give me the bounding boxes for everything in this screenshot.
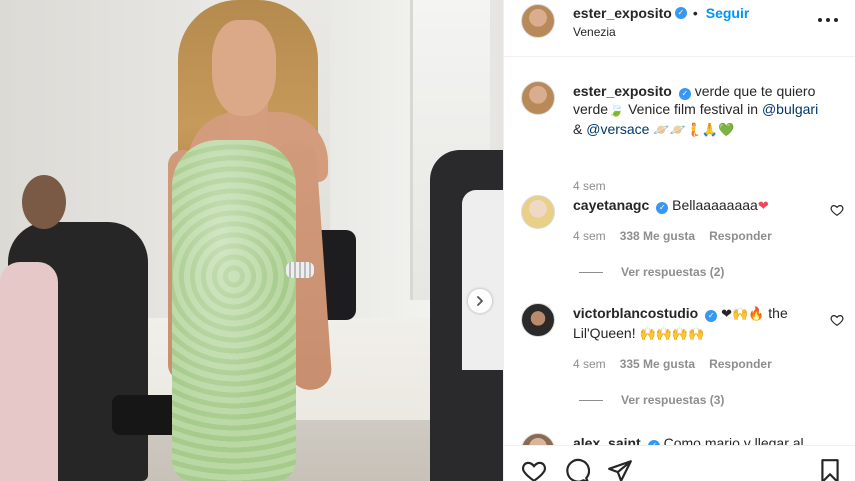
caption-meta: 4 sem <box>573 179 606 193</box>
verified-badge-icon: ✓ <box>674 7 687 19</box>
comment-text: alex_saint✓ Como mario y llegar al <box>573 434 821 445</box>
leaf-emoji: 🍃 <box>608 103 625 118</box>
paper-plane-icon[interactable] <box>607 458 633 481</box>
heart-emoji: ❤ <box>757 199 769 214</box>
more-options-icon[interactable] <box>818 12 838 28</box>
heart-outline-icon[interactable] <box>521 458 547 481</box>
comment-text: cayetanagc ✓ Bellaaaaaaaa❤ <box>573 196 821 216</box>
author-username[interactable]: ester_exposito <box>573 5 672 21</box>
comment-text: victorblancostudio ✓ ❤🙌🔥 the Lil'Queen! 🙌… <box>573 304 821 344</box>
author-avatar[interactable] <box>521 4 555 38</box>
verified-badge-icon: ✓ <box>656 202 669 214</box>
comment-time[interactable]: 4 sem <box>573 229 606 243</box>
reply-button[interactable]: Responder <box>709 357 772 371</box>
commenter-avatar[interactable] <box>521 303 555 337</box>
author-line: ester_exposito ✓ • Seguir <box>573 5 749 21</box>
comment-username[interactable]: victorblancostudio <box>573 305 698 321</box>
more-dot <box>834 18 838 22</box>
more-dot <box>826 18 830 22</box>
comment-likes[interactable]: 335 Me gusta <box>620 357 695 371</box>
comment-likes[interactable]: 338 Me gusta <box>620 229 695 243</box>
view-replies-label: Ver respuestas (2) <box>621 265 725 279</box>
like-comment-heart-icon[interactable] <box>830 313 844 327</box>
view-replies-label: Ver respuestas (3) <box>621 393 725 407</box>
person-pink-dress <box>0 262 58 481</box>
post-photo[interactable] <box>0 0 503 481</box>
more-dot <box>818 18 822 22</box>
follow-button[interactable]: Seguir <box>706 5 750 21</box>
woman-bracelet <box>286 262 314 278</box>
mention-bulgari[interactable]: @bulgari <box>762 101 818 117</box>
comment-body: Como mario y llegar al <box>663 435 804 445</box>
woman-face <box>212 20 276 116</box>
chevron-right-icon <box>477 296 483 306</box>
replies-line <box>579 271 603 273</box>
post-side-panel: ester_exposito ✓ • Seguir Venezia ester_… <box>503 0 855 481</box>
carousel-next-button[interactable] <box>468 289 492 313</box>
bookmark-icon[interactable] <box>817 458 843 481</box>
view-replies-button[interactable]: Ver respuestas (3) <box>579 393 724 407</box>
replies-line <box>579 399 603 401</box>
caption-emojis: 🪐🪐🧜🙏💚 <box>653 123 735 138</box>
comment-meta: 4 sem 338 Me gusta Responder <box>573 229 772 243</box>
comment-emojis-2: 🙌🙌🙌🙌 <box>639 327 705 342</box>
commenter-avatar[interactable] <box>521 195 555 229</box>
comments-list[interactable]: ester_exposito ✓ verde que te quiero verd… <box>504 57 855 445</box>
view-replies-button[interactable]: Ver respuestas (2) <box>579 265 724 279</box>
photographer-right-shirt <box>462 190 503 370</box>
caption-avatar[interactable] <box>521 81 555 115</box>
reply-button[interactable]: Responder <box>709 229 772 243</box>
caption-username[interactable]: ester_exposito <box>573 83 672 99</box>
commenter-avatar[interactable] <box>521 433 555 445</box>
comment-body: Bellaaaaaaaa <box>672 197 758 213</box>
like-comment-heart-icon[interactable] <box>830 203 844 217</box>
woman-green-dress <box>172 140 296 481</box>
caption-text-2: Venice film festival in <box>624 101 762 117</box>
comment-bubble-icon[interactable] <box>564 458 590 481</box>
comment-emojis-1: ❤🙌🔥 <box>721 307 765 322</box>
caption-time[interactable]: 4 sem <box>573 179 606 193</box>
caption-text: ester_exposito ✓ verde que te quiero verd… <box>573 82 821 140</box>
photographer-left-head <box>22 175 66 229</box>
separator-dot: • <box>692 5 698 21</box>
comment-meta: 4 sem 335 Me gusta Responder <box>573 357 772 371</box>
comment-username[interactable]: cayetanagc <box>573 197 649 213</box>
comment-username[interactable]: alex_saint <box>573 435 641 445</box>
verified-badge-icon: ✓ <box>705 310 718 322</box>
action-bar <box>504 445 855 481</box>
post-header: ester_exposito ✓ • Seguir Venezia <box>504 0 855 57</box>
verified-badge-icon: ✓ <box>678 88 691 100</box>
post-location[interactable]: Venezia <box>573 25 616 39</box>
caption-amp: & <box>573 121 587 137</box>
comment-time[interactable]: 4 sem <box>573 357 606 371</box>
mention-versace[interactable]: @versace <box>586 121 649 137</box>
